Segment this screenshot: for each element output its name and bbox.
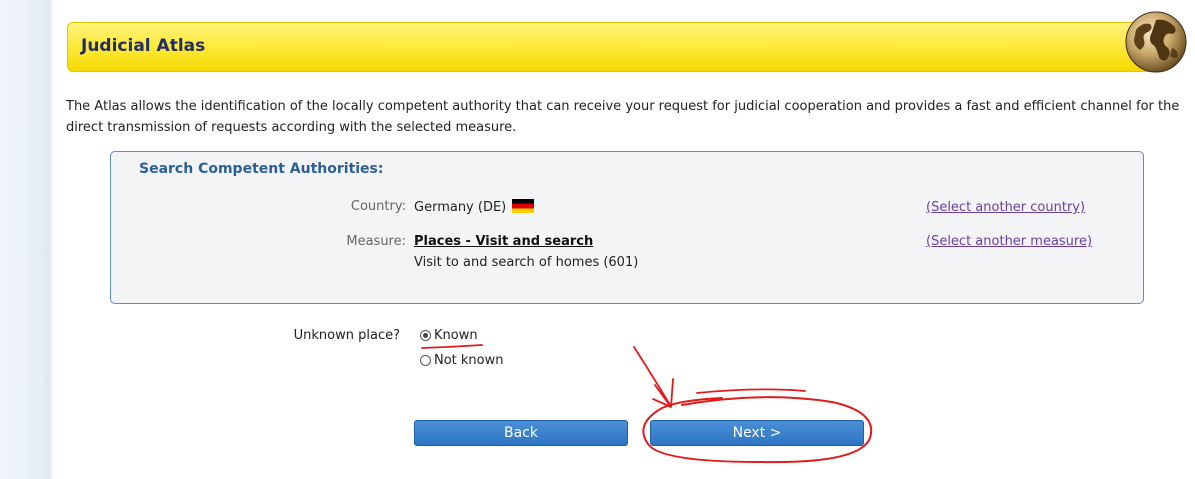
annotation-underline-known <box>421 344 483 349</box>
page-title: Judicial Atlas <box>81 36 206 56</box>
radio-known[interactable]: Known <box>420 328 478 343</box>
radio-not-known-label: Not known <box>434 353 504 368</box>
radio-known-label: Known <box>434 328 478 343</box>
select-another-measure-link[interactable]: (Select another measure) <box>926 234 1092 249</box>
left-sidebar-strip <box>0 0 50 479</box>
header-bar: Judicial Atlas <box>67 22 1167 72</box>
annotation-arrow-head <box>652 378 674 408</box>
germany-flag-icon <box>512 199 535 213</box>
country-label: Country: <box>350 199 406 214</box>
country-value: Germany (DE) <box>414 200 507 215</box>
select-another-country-link[interactable]: (Select another country) <box>926 200 1085 215</box>
page: Judicial Atlas The Atlas allows the iden… <box>0 0 1195 479</box>
measure-detail: Visit to and search of homes (601) <box>414 255 639 270</box>
radio-not-known[interactable]: Not known <box>420 353 504 368</box>
annotation-arrow-line <box>633 346 671 406</box>
intro-text: The Atlas allows the identification of t… <box>66 99 1180 135</box>
unknown-place-label: Unknown place? <box>293 328 400 343</box>
country-value-wrap: Germany (DE) <box>414 199 535 215</box>
radio-known-circle[interactable] <box>420 330 431 341</box>
globe-icon <box>1125 11 1187 73</box>
next-button[interactable]: Next > <box>650 420 864 446</box>
measure-value-link[interactable]: Places - Visit and search <box>414 234 593 249</box>
search-panel: Search Competent Authorities: Country: G… <box>110 151 1144 304</box>
sidebar-divider <box>50 0 53 479</box>
search-title: Search Competent Authorities: <box>139 161 384 177</box>
measure-label: Measure: <box>346 234 406 249</box>
annotation-stroke-top <box>696 388 806 394</box>
back-button[interactable]: Back <box>414 420 628 446</box>
radio-not-known-circle[interactable] <box>420 355 431 366</box>
